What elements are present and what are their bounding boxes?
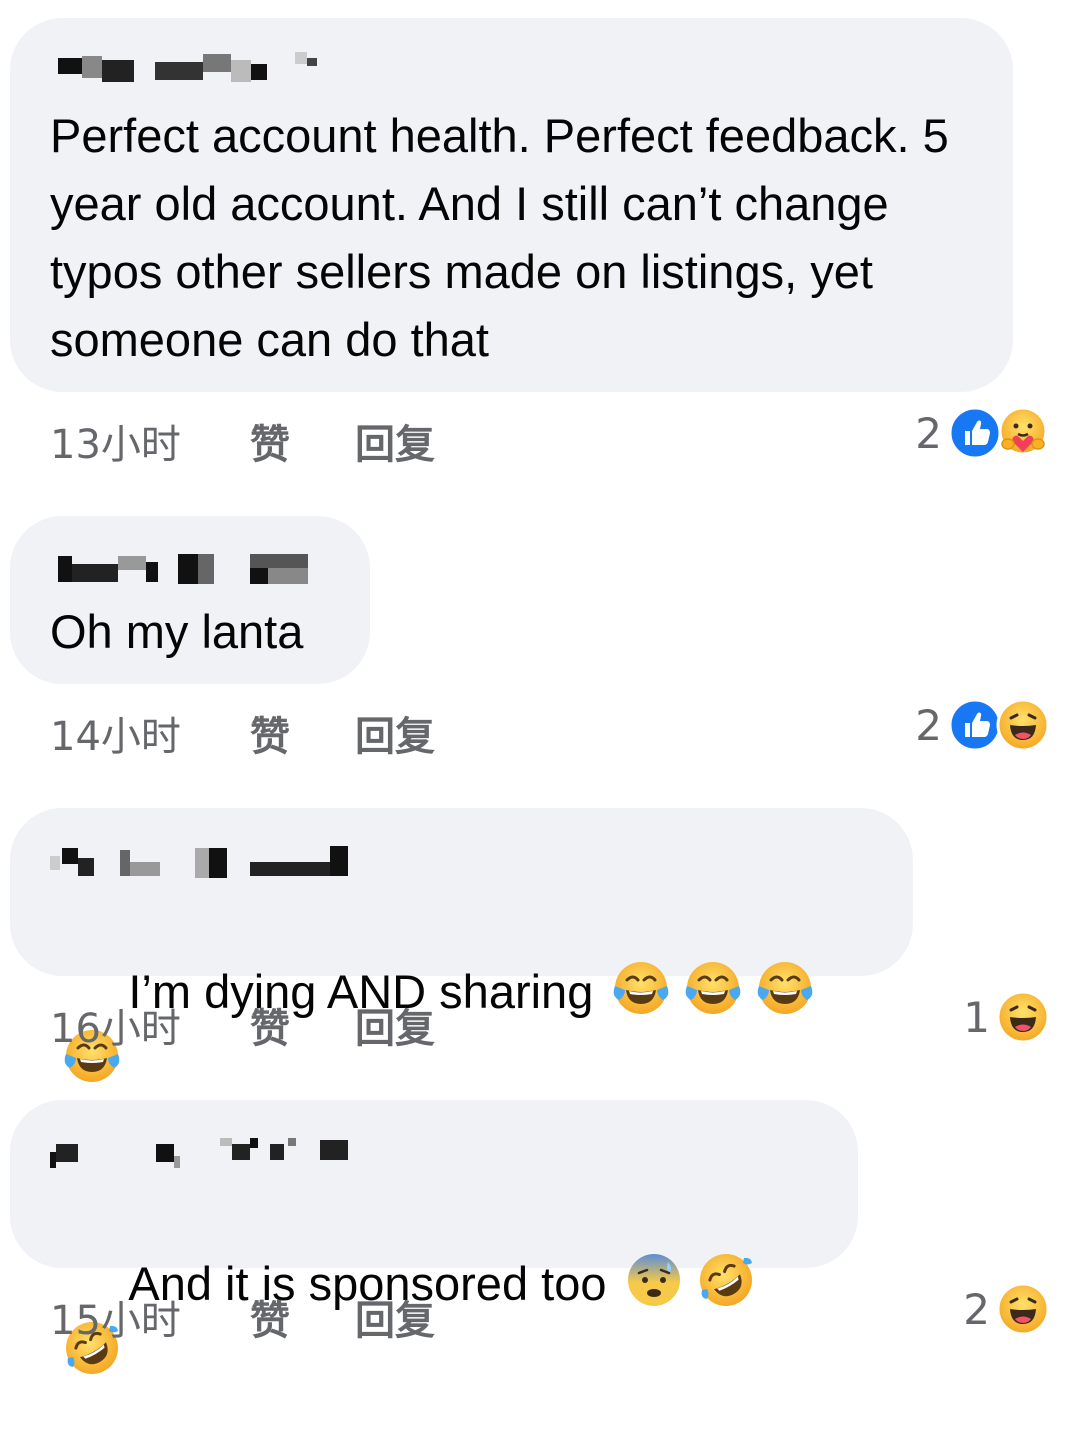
- tears-of-joy-icon: [755, 958, 815, 1018]
- comment-bubble[interactable]: Perfect account health. Perfect feedback…: [10, 18, 1013, 392]
- reply-button[interactable]: 回复: [355, 412, 435, 470]
- reaction-summary[interactable]: 1: [963, 990, 1050, 1044]
- like-icon: [948, 406, 1002, 460]
- reaction-count: 2: [915, 408, 942, 458]
- reaction-count: 2: [963, 1284, 990, 1334]
- reaction-count: 1: [963, 992, 990, 1042]
- comment-actions: 16小时 赞 回复: [50, 996, 435, 1054]
- comment-actions: 15小时 赞 回复: [50, 1288, 435, 1346]
- comment-bubble[interactable]: Oh my lanta: [10, 516, 370, 684]
- comment-bubble[interactable]: I’m dying AND sharing: [10, 808, 913, 976]
- care-icon: [996, 406, 1050, 460]
- reaction-summary[interactable]: 2: [915, 406, 1050, 460]
- like-button[interactable]: 赞: [250, 996, 355, 1054]
- comment-timestamp[interactable]: 16小时: [50, 996, 250, 1054]
- author-name-redacted[interactable]: [50, 548, 330, 588]
- author-name-redacted[interactable]: [50, 1132, 818, 1172]
- comment-text: Oh my lanta: [50, 605, 304, 658]
- reply-button[interactable]: 回复: [355, 1288, 435, 1346]
- anxious-sweat-icon: [624, 1250, 684, 1310]
- comment-timestamp[interactable]: 15小时: [50, 1288, 250, 1346]
- like-icon: [948, 698, 1002, 752]
- comment-actions: 14小时 赞 回复: [50, 704, 435, 762]
- comment-text: Perfect account health. Perfect feedback…: [50, 109, 962, 366]
- comment-timestamp[interactable]: 13小时: [50, 412, 250, 470]
- rofl-icon: [696, 1250, 756, 1310]
- author-name-redacted[interactable]: [50, 840, 873, 880]
- like-button[interactable]: 赞: [250, 704, 355, 762]
- haha-icon: [996, 698, 1050, 752]
- reaction-count: 2: [915, 700, 942, 750]
- tears-of-joy-icon: [611, 958, 671, 1018]
- comment-actions: 13小时 赞 回复: [50, 412, 435, 470]
- like-button[interactable]: 赞: [250, 412, 355, 470]
- reaction-summary[interactable]: 2: [963, 1282, 1050, 1336]
- reaction-summary[interactable]: 2: [915, 698, 1050, 752]
- comment-timestamp[interactable]: 14小时: [50, 704, 250, 762]
- author-name-redacted[interactable]: [50, 50, 973, 90]
- comment-bubble[interactable]: And it is sponsored too: [10, 1100, 858, 1268]
- tears-of-joy-icon: [683, 958, 743, 1018]
- reply-button[interactable]: 回复: [355, 996, 435, 1054]
- like-button[interactable]: 赞: [250, 1288, 355, 1346]
- haha-icon: [996, 990, 1050, 1044]
- haha-icon: [996, 1282, 1050, 1336]
- reply-button[interactable]: 回复: [355, 704, 435, 762]
